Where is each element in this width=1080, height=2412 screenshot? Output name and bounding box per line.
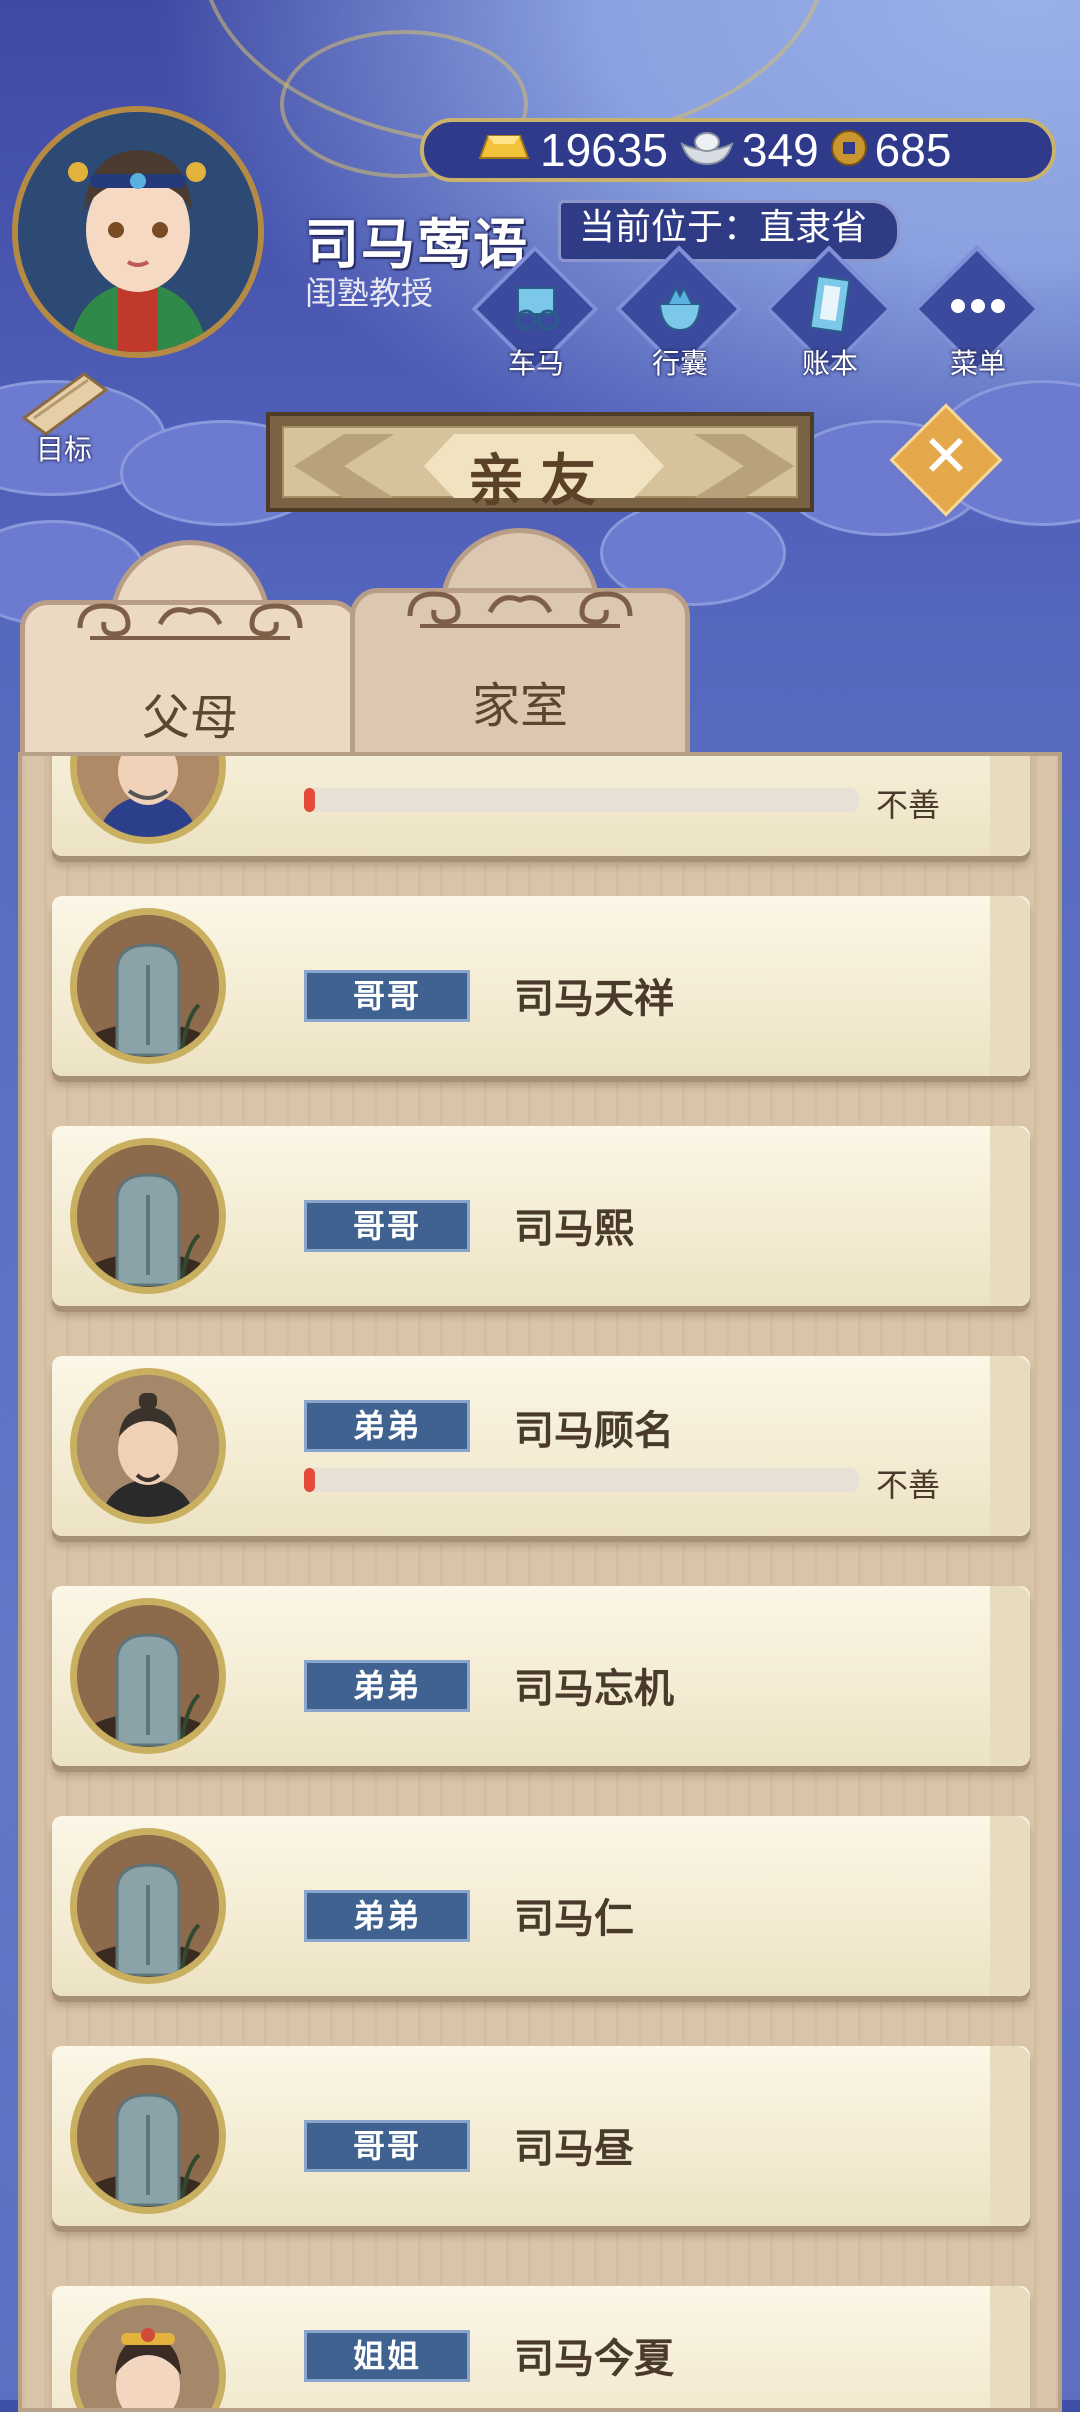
portrait	[70, 1368, 226, 1524]
bag-button[interactable]: 行囊	[615, 245, 743, 380]
location-label: 当前位于：直隶省	[558, 200, 901, 262]
portrait	[70, 1598, 226, 1754]
list-item[interactable]: 弟弟 司马忘机	[52, 1586, 1030, 1766]
carriage-icon	[515, 287, 559, 331]
close-icon: ✕	[921, 422, 971, 490]
ledger-icon	[809, 274, 851, 334]
relation-badge: 姐姐	[304, 2330, 470, 2382]
carriage-button[interactable]: 车马	[471, 245, 599, 380]
menu-label: 菜单	[949, 347, 1006, 380]
woman-portrait-icon	[77, 2305, 219, 2408]
member-name: 司马昼	[514, 2126, 634, 2172]
cloud-ornament-icon	[77, 603, 303, 640]
ledger-button[interactable]: 账本	[765, 245, 893, 380]
portrait	[70, 1138, 226, 1294]
member-name: 司马天祥	[514, 976, 674, 1022]
tab-parents-label: 父母	[141, 690, 238, 746]
copper-coin-icon	[829, 128, 869, 172]
tombstone-icon	[77, 1835, 219, 1977]
ledger-label: 账本	[801, 347, 858, 380]
member-name: 司马仁	[514, 1896, 634, 1942]
menu-dots-icon	[951, 299, 1005, 313]
tombstone-icon	[77, 915, 219, 1057]
relation-badge: 哥哥	[304, 970, 470, 1022]
favor-label: 不善	[876, 786, 941, 824]
gold-amount: 19635	[540, 124, 668, 176]
member-name: 司马今夏	[514, 2336, 674, 2382]
portrait	[70, 908, 226, 1064]
player-avatar[interactable]	[12, 106, 264, 358]
silver-amount: 349	[741, 124, 819, 176]
goal-button[interactable]: 目标	[14, 368, 124, 468]
tab-household[interactable]: 家室	[350, 528, 690, 758]
panel-title-banner: 亲友	[266, 412, 814, 514]
favor-label: 不善	[876, 1466, 941, 1504]
bag-icon	[658, 285, 702, 332]
menu-button[interactable]: 菜单	[913, 245, 1041, 380]
relation-badge: 弟弟	[304, 1660, 470, 1712]
portrait	[70, 1828, 226, 1984]
tombstone-icon	[77, 1605, 219, 1747]
list-item[interactable]: 哥哥 司马昼	[52, 2046, 1030, 2226]
member-name: 司马忘机	[514, 1666, 674, 1712]
list-item[interactable]: 哥哥 司马熙	[52, 1126, 1030, 1306]
relation-badge: 弟弟	[304, 1890, 470, 1942]
list-item[interactable]: 不善	[52, 756, 1030, 856]
portrait	[70, 2058, 226, 2214]
relation-badge: 哥哥	[304, 2120, 470, 2172]
goal-label: 目标	[36, 433, 93, 466]
relatives-list[interactable]: 不善 哥哥 司马天祥 哥哥 司马熙 弟弟 司马顾名 不善 弟弟 司马忘机 弟弟 …	[18, 752, 1062, 2412]
official-portrait-icon	[77, 756, 219, 837]
bag-label: 行囊	[651, 347, 708, 380]
member-name: 司马熙	[514, 1206, 634, 1252]
tab-parents[interactable]: 父母	[20, 540, 360, 770]
list-item[interactable]: 弟弟 司马仁	[52, 1816, 1030, 1996]
favor-bar	[304, 788, 860, 812]
coin-amount: 685	[874, 124, 952, 176]
list-item[interactable]: 姐姐 司马今夏	[52, 2286, 1030, 2408]
carriage-label: 车马	[507, 347, 564, 380]
currency-bar: 19635 349 685	[420, 118, 1056, 182]
tombstone-icon	[77, 1145, 219, 1287]
tombstone-icon	[77, 2065, 219, 2207]
tab-household-label: 家室	[471, 678, 568, 734]
list-item[interactable]: 弟弟 司马顾名 不善	[52, 1356, 1030, 1536]
man-portrait-icon	[77, 1375, 219, 1517]
panel-title: 亲友	[468, 449, 612, 514]
gold-ingot-icon	[474, 128, 534, 172]
relation-badge: 弟弟	[304, 1400, 470, 1452]
cloud-ornament-icon	[407, 591, 633, 628]
relation-badge: 哥哥	[304, 1200, 470, 1252]
list-item[interactable]: 哥哥 司马天祥	[52, 896, 1030, 1076]
player-title: 闺塾教授	[305, 274, 434, 312]
silver-ingot-icon	[678, 128, 736, 172]
favor-bar	[304, 1468, 860, 1492]
member-name: 司马顾名	[514, 1408, 674, 1454]
